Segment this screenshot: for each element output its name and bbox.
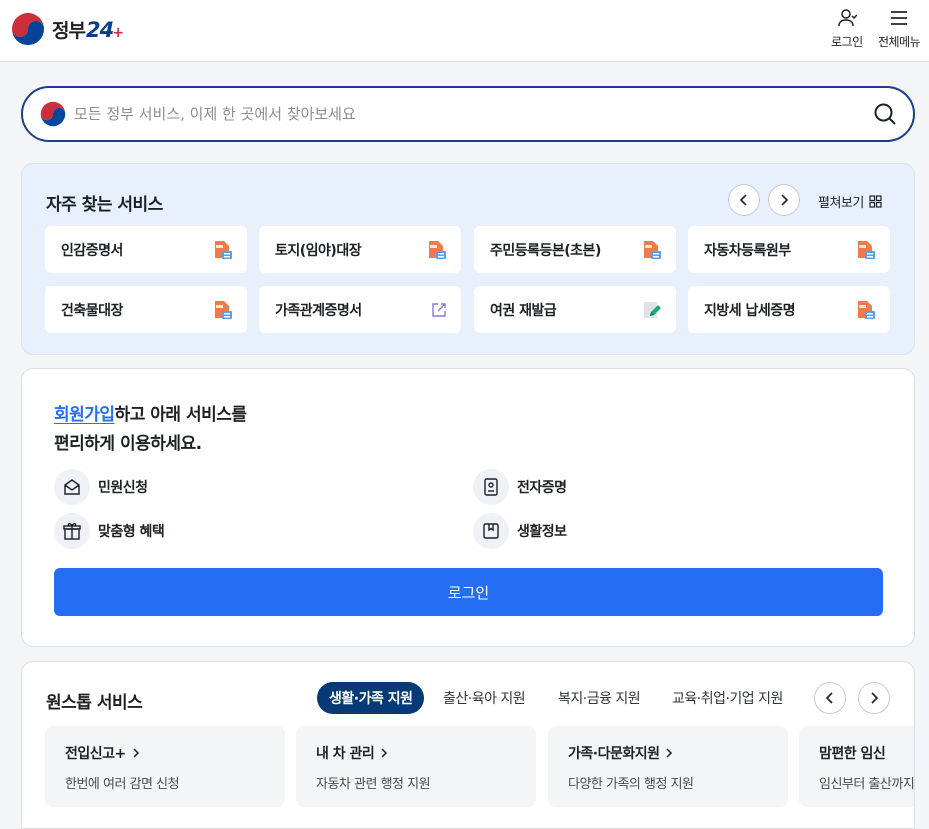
chevron-right-icon [381,748,388,758]
onestop-panel: 원스톱 서비스 생활·가족 지원 출산·육아 지원 복지·금융 지원 교육·취업… [21,661,915,829]
pdf-doc-icon [429,240,446,259]
onestop-card-title-row: 전입신고+ [65,743,265,763]
mail-icon [54,469,90,505]
onestop-card-title: 가족·다문화지원 [568,746,660,762]
bookmark-icon [473,513,509,549]
feature-item: 민원신청 [54,469,148,505]
logo-num: 24 [85,17,114,42]
header-menu-label: 전체메뉴 [878,35,921,49]
frequent-services-title: 자주 찾는 서비스 [46,195,163,215]
external-link-icon [432,302,446,317]
tab-education-employment[interactable]: 교육·취업·기업 지원 [672,682,783,714]
header-login-label: 로그인 [831,35,863,49]
service-card[interactable]: 가족관계증명서 [259,286,461,333]
prev-button[interactable] [728,184,760,216]
search-icon [874,103,896,125]
user-icon [838,9,857,27]
expand-button[interactable]: 펼쳐보기 [818,192,882,211]
gov24-logo[interactable]: 정부 24 + [11,12,124,46]
onestop-card[interactable]: 내 차 관리 자동차 관련 행정 지원 [296,726,536,807]
search-input[interactable] [74,105,834,123]
onestop-card-desc: 자동차 관련 행정 지원 [316,777,431,792]
next-button[interactable] [768,184,800,216]
taegeuk-emblem-icon [12,13,44,45]
expand-label: 펼쳐보기 [818,196,864,211]
onestop-card-title-row: 내 차 관리 [316,743,516,763]
search-bar [21,86,915,142]
feature-item: 전자증명 [473,469,567,505]
logo-plus: + [112,24,124,41]
chevron-right-icon [781,194,789,206]
feature-item: 생활정보 [473,513,567,549]
header: 정부 24 + 로그인 전체메뉴 [0,0,929,62]
chevron-right-icon [133,748,139,758]
onestop-card[interactable]: 맘편한 임신 임신부터 출산까지 [799,726,915,807]
service-card-label: 인감증명서 [61,242,123,259]
header-menu-button[interactable]: 전체메뉴 [878,8,921,50]
frequent-services-panel: 자주 찾는 서비스 펼쳐보기 인감증명서 토지(임야)대장 주민등록등본(초본)… [21,163,915,355]
service-card[interactable]: 인감증명서 [45,226,247,273]
onestop-card-title-row: 가족·다문화지원 [568,743,768,763]
certificate-icon [473,469,509,505]
onestop-card-desc: 한번에 여러 감면 신청 [65,777,180,792]
pdf-doc-icon [858,300,875,319]
login-button[interactable]: 로그인 [54,568,883,616]
chevron-right-icon [666,748,673,758]
login-message-line2: 편리하게 이용하세요. [54,434,202,454]
pdf-doc-icon [644,240,661,259]
tab-life-family[interactable]: 생활·가족 지원 [317,682,425,714]
tab-birth-childcare[interactable]: 출산·육아 지원 [443,682,526,714]
feature-label: 맞춤형 혜택 [98,524,165,540]
service-card-label: 여권 재발급 [490,302,557,319]
onestop-title: 원스톱 서비스 [46,693,143,713]
feature-label: 생활정보 [517,524,567,540]
service-card[interactable]: 여권 재발급 [474,286,676,333]
pdf-doc-icon [215,300,232,319]
taegeuk-emblem-icon [40,101,66,127]
chevron-right-icon [871,692,879,704]
service-card-label: 가족관계증명서 [275,302,362,319]
onestop-card-title: 내 차 관리 [316,746,375,762]
login-message: 회원가입하고 아래 서비스를 편리하게 이용하세요. [54,401,247,459]
header-login-button[interactable]: 로그인 [831,8,863,50]
feature-label: 전자증명 [517,480,567,496]
feature-item: 맞춤형 혜택 [54,513,165,549]
onestop-card-desc: 다양한 가족의 행정 지원 [568,777,694,792]
onestop-card[interactable]: 전입신고+ 한번에 여러 감면 신청 [45,726,285,807]
service-card-label: 지방세 납세증명 [704,302,796,319]
service-card[interactable]: 주민등록등본(초본) [474,226,676,273]
pdf-doc-icon [858,240,875,259]
signup-link[interactable]: 회원가입 [54,405,115,425]
login-panel: 회원가입하고 아래 서비스를 편리하게 이용하세요. 민원신청 전자증명 맞춤형… [21,368,915,647]
onestop-card-title-row: 맘편한 임신 [819,743,914,763]
tab-welfare-finance[interactable]: 복지·금융 지원 [558,682,641,714]
service-card[interactable]: 토지(임야)대장 [259,226,461,273]
tab-next-button[interactable] [858,682,890,714]
feature-label: 민원신청 [98,480,148,496]
service-card-label: 주민등록등본(초본) [490,242,601,259]
grid-icon [869,195,882,208]
hamburger-menu-icon [891,11,908,25]
service-card[interactable]: 건축물대장 [45,286,247,333]
service-card[interactable]: 자동차등록원부 [688,226,890,273]
login-message-rest: 하고 아래 서비스를 [114,405,247,425]
edit-doc-icon [644,301,661,318]
chevron-left-icon [739,194,747,206]
tab-prev-button[interactable] [814,682,846,714]
logo-ko: 정부 [52,19,86,42]
logo-text: 정부 24 + [52,16,124,43]
gift-icon [54,513,90,549]
pdf-doc-icon [215,240,232,259]
onestop-card-title: 전입신고+ [65,746,126,762]
onestop-card-title: 맘편한 임신 [819,746,886,762]
service-card-label: 건축물대장 [61,302,123,319]
onestop-card[interactable]: 가족·다문화지원 다양한 가족의 행정 지원 [548,726,788,807]
service-card[interactable]: 지방세 납세증명 [688,286,890,333]
search-button[interactable] [873,102,897,130]
service-card-label: 자동차등록원부 [704,242,791,259]
service-card-label: 토지(임야)대장 [275,242,362,259]
onestop-card-desc: 임신부터 출산까지 [819,777,915,792]
chevron-left-icon [825,692,833,704]
